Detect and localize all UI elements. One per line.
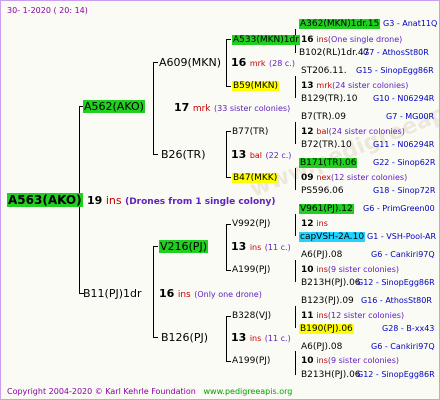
gen4-ref: G7 - AthosSt80R <box>363 48 429 57</box>
root-name: A563(AKO) <box>7 193 83 207</box>
gen4-node[interactable]: capVSH-2A.10 <box>299 231 366 243</box>
gen2-info: 13 ins (11 c.) <box>231 240 291 253</box>
gen4-ref: G18 - Sinop72R <box>373 186 436 195</box>
gen4-node[interactable]: B213H(PJ).06 <box>301 369 361 381</box>
pedigree-chart: www.pedigreeapis.org 30- 1-2020 ( 20: 14… <box>0 0 440 400</box>
gen2-node[interactable]: B26(TR) <box>161 148 206 161</box>
footer: Copyright 2004-2020 © Karl Kehrle Founda… <box>7 387 292 396</box>
gen4-node[interactable]: A6(PJ).08 <box>301 341 342 353</box>
gen4-ref: G22 - Sinop62R <box>373 158 436 167</box>
gen3-node[interactable]: A533(MKN)1dr <box>232 34 300 46</box>
footer-link[interactable]: www.pedigreeapis.org <box>204 387 293 396</box>
gen1-info: 17 mrk (33 sister colonies) <box>174 101 291 114</box>
gen4-ref: G28 - B-xx43 <box>382 324 435 333</box>
gen2-info: 13 ins (11 c.) <box>231 331 291 344</box>
gen4-ref: G10 - N06294R <box>373 94 435 103</box>
gen2-info: 13 bal (22 c.) <box>231 148 292 161</box>
gen4-ref: G6 - Cankiri97Q <box>371 250 435 259</box>
gen4-ref: G7 - MG00R <box>386 112 435 121</box>
root-info: 19 ins (Drones from 1 single colony) <box>87 194 276 207</box>
gen4-ref: G16 - AthosSt80R <box>361 296 432 305</box>
gen1-info: 16 ins (Only one drone) <box>159 287 262 300</box>
gen3-node[interactable]: V992(PJ) <box>232 218 270 230</box>
gen4-node[interactable]: B72(TR).10 <box>301 139 352 151</box>
gen4-ref: G12 - SinopEgg86R <box>357 370 435 379</box>
gen3-node[interactable]: B47(MKK) <box>232 172 279 184</box>
gen4-node[interactable]: B129(TR).10 <box>301 93 357 105</box>
gen4-ref: G15 - SinopEgg86R <box>356 66 434 75</box>
gen3-node[interactable]: B77(TR) <box>232 126 268 138</box>
gen1-node[interactable]: B11(PJ)1dr <box>83 287 142 300</box>
timestamp: 30- 1-2020 ( 20: 14) <box>7 6 88 15</box>
gen2-node[interactable]: V216(PJ) <box>159 240 208 253</box>
gen3-info: 12 bal(24 sister colonies) <box>301 127 405 137</box>
gen4-node[interactable]: B7(TR).09 <box>301 111 346 123</box>
gen4-node[interactable]: B213H(PJ).06 <box>301 277 361 289</box>
gen3-node[interactable]: B59(MKN) <box>232 80 280 92</box>
gen4-node[interactable]: ST206.11. <box>301 65 347 77</box>
gen4-node[interactable]: PS596.06 <box>301 185 344 197</box>
gen4-ref: G6 - Cankiri97Q <box>371 342 435 351</box>
gen3-info: 10 ins(9 sister colonies) <box>301 265 399 275</box>
gen4-ref: G11 - N06294R <box>373 140 435 149</box>
gen3-info: 16 ins(One single drone) <box>301 35 403 45</box>
gen3-info: 13 mrk(24 sister colonies) <box>301 81 409 91</box>
gen4-node[interactable]: B171(TR).06 <box>299 157 358 169</box>
gen4-ref: G6 - PrimGreen00 <box>363 204 435 213</box>
gen4-node[interactable]: A362(MKN)1dr.15 <box>299 18 381 30</box>
gen3-info: 11 ins(12 sister colonies) <box>301 311 405 321</box>
gen4-node[interactable]: B190(PJ).06 <box>299 323 354 335</box>
gen4-node[interactable]: B102(RL)1dr.47 <box>299 47 369 59</box>
gen2-node[interactable]: B126(PJ) <box>161 331 208 344</box>
gen4-node[interactable]: B123(PJ).09 <box>301 295 354 307</box>
gen4-ref: G3 - Anat11Q <box>383 19 438 28</box>
gen3-node[interactable]: A199(PJ) <box>232 355 270 367</box>
gen3-node[interactable]: B328(VJ) <box>232 310 271 322</box>
gen3-node[interactable]: A199(PJ) <box>232 264 270 276</box>
root-node[interactable]: A563(AKO) <box>7 193 83 207</box>
copyright: Copyright 2004-2020 © Karl Kehrle Founda… <box>7 387 196 396</box>
gen3-info: 09 nex(12 sister colonies) <box>301 173 408 183</box>
gen1-node[interactable]: A562(AKO) <box>83 100 145 113</box>
gen2-node[interactable]: A609(MKN) <box>159 56 221 69</box>
gen4-ref: G12 - SinopEgg86R <box>357 278 435 287</box>
gen3-info: 12 ins <box>301 219 328 229</box>
gen2-info: 16 mrk (28 c.) <box>231 56 295 69</box>
gen4-node[interactable]: V961(PJ).12 <box>299 203 354 215</box>
gen4-ref: G1 - VSH-Pool-AR <box>367 232 437 241</box>
gen4-node[interactable]: A6(PJ).08 <box>301 249 342 261</box>
gen3-info: 10 ins(9 sister colonies) <box>301 356 399 366</box>
